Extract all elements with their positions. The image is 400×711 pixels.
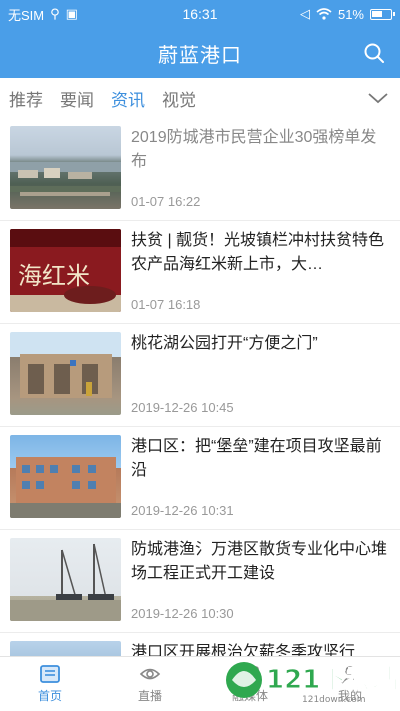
- news-thumbnail: 海红米: [10, 229, 121, 312]
- usb-icon: ⚲: [50, 6, 60, 21]
- user-icon: [341, 666, 359, 684]
- notification-icon: ▣: [65, 6, 78, 21]
- news-title: 桃花湖公园打开“方便之门”: [131, 335, 318, 352]
- mute-icon: ◁: [299, 6, 310, 21]
- app-header: 蔚蓝港口: [0, 28, 400, 78]
- carrier-label: 无SIM: [8, 7, 45, 23]
- battery-icon: [370, 8, 395, 20]
- status-bar: 无SIM ⚲ ▣ 16:31 ◁ 51%: [0, 0, 400, 28]
- tab-visual[interactable]: 视觉: [162, 86, 196, 111]
- news-time: 2019-12-26 10:31: [131, 503, 234, 518]
- wifi-icon: [316, 8, 332, 20]
- search-icon[interactable]: [362, 41, 386, 65]
- nav-media-label: 融媒体: [231, 689, 268, 703]
- nav-live-label: 直播: [137, 689, 162, 703]
- news-thumbnail: [10, 126, 121, 209]
- nav-media[interactable]: 融媒体: [200, 657, 300, 711]
- news-title: 港口区：把“堡垒”建在项目攻坚最前沿: [131, 438, 382, 479]
- news-thumbnail: [10, 332, 121, 415]
- news-item[interactable]: 2019防城港市民营企业30强榜单发布 01-07 16:22: [0, 118, 400, 221]
- status-right: ◁ 51%: [299, 6, 395, 22]
- nav-home[interactable]: 首页: [0, 657, 100, 711]
- news-item[interactable]: 桃花湖公园打开“方便之门” 2019-12-26 10:45: [0, 324, 400, 427]
- news-title: 防城港渔氵万港区散货专业化中心堆场工程正式开工建设: [131, 541, 388, 582]
- battery-percent: 51%: [337, 6, 364, 22]
- tab-info[interactable]: 资讯: [111, 86, 145, 111]
- news-list: 2019防城港市民营企业30强榜单发布 01-07 16:22 海红米 扶贫 |…: [0, 118, 400, 711]
- nav-live[interactable]: 直播: [100, 657, 200, 711]
- nav-profile[interactable]: 我的: [300, 657, 400, 711]
- bottom-nav: 首页 直播 融媒体 我的: [0, 656, 400, 711]
- tab-headlines[interactable]: 要闻: [60, 86, 94, 111]
- app-title: 蔚蓝港口: [158, 44, 242, 67]
- nav-profile-label: 我的: [337, 689, 362, 703]
- nav-home-label: 首页: [37, 689, 62, 703]
- news-thumbnail: [10, 538, 121, 621]
- news-time: 01-07 16:18: [131, 297, 201, 312]
- news-time: 2019-12-26 10:45: [131, 400, 234, 415]
- news-item[interactable]: 防城港渔氵万港区散货专业化中心堆场工程正式开工建设 2019-12-26 10:…: [0, 530, 400, 633]
- status-left: 无SIM ⚲ ▣: [8, 5, 78, 24]
- media-icon: [241, 666, 259, 682]
- news-item[interactable]: 港口区：把“堡垒”建在项目攻坚最前沿 2019-12-26 10:31: [0, 427, 400, 530]
- news-time: 01-07 16:22: [131, 194, 201, 209]
- eye-icon: [139, 668, 161, 680]
- news-thumbnail: [10, 435, 121, 518]
- news-time: 2019-12-26 10:30: [131, 606, 234, 621]
- chevron-down-icon[interactable]: [366, 86, 390, 110]
- news-item[interactable]: 海红米 扶贫 | 靓货！光坡镇栏冲村扶贫特色农产品海红米新上市，大… 01-07…: [0, 221, 400, 324]
- news-title: 2019防城港市民营企业30强榜单发布: [131, 129, 377, 170]
- thumb-text: 海红米: [18, 262, 90, 290]
- category-tabs: 推荐 要闻 资讯 视觉: [0, 78, 400, 118]
- home-icon: [40, 665, 60, 683]
- news-title: 扶贫 | 靓货！光坡镇栏冲村扶贫特色农产品海红米新上市，大…: [131, 232, 385, 273]
- tab-recommend[interactable]: 推荐: [9, 86, 43, 111]
